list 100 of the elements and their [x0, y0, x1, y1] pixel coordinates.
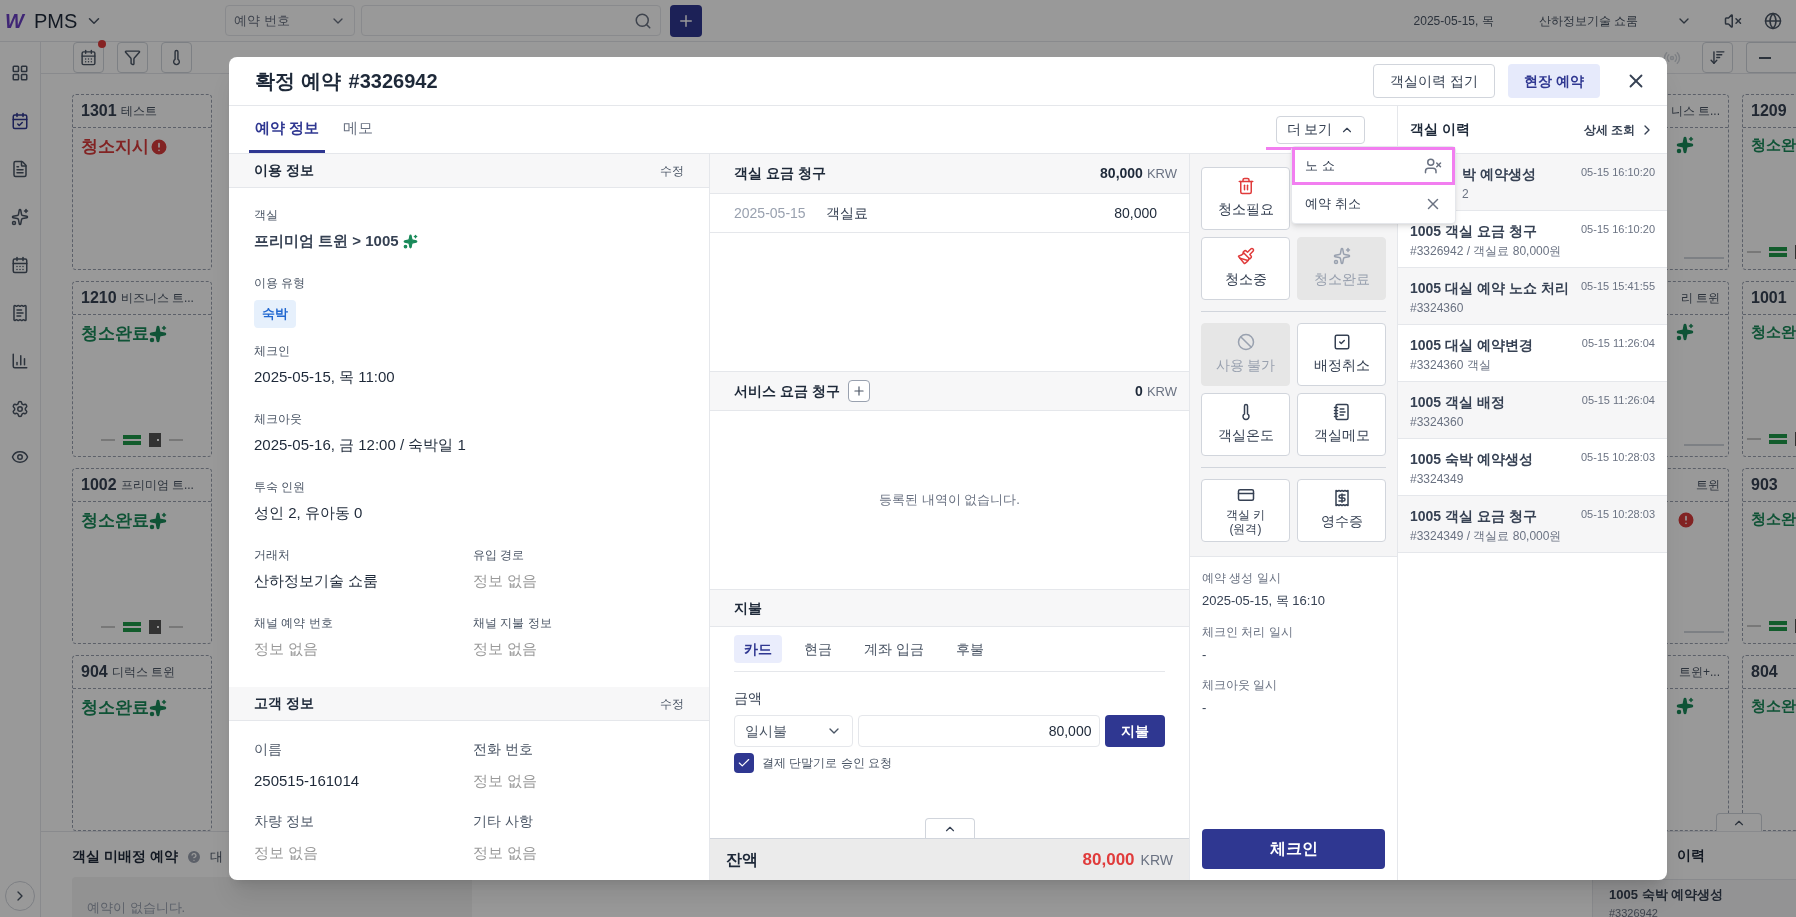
door-icon	[149, 433, 161, 447]
add-button[interactable]	[670, 4, 703, 37]
sort-button[interactable]	[1702, 42, 1733, 73]
menu-item[interactable]: 노 쇼	[1292, 147, 1455, 185]
add-button[interactable]	[847, 380, 870, 402]
room-card[interactable]: 1001 청소완	[1742, 281, 1796, 457]
room-status: 청소완	[1751, 509, 1796, 529]
action-button[interactable]: 객실온도	[1201, 393, 1290, 456]
balance-amount: 80,000	[1082, 848, 1135, 871]
amount-input[interactable]: 80,000	[858, 715, 1101, 747]
field-label: 채널 예약 번호	[254, 615, 334, 632]
app-logo: W	[5, 8, 24, 34]
sparkle-icon[interactable]	[11, 208, 29, 226]
history-title: 1005 객실 요금 청구	[1410, 507, 1538, 526]
room-card[interactable]: 1209 청소완	[1742, 94, 1796, 270]
history-item[interactable]: 1005 대실 예약 노쇼 처리 #3324360 05-15 15:41:55	[1398, 268, 1667, 325]
grid-icon[interactable]	[11, 64, 29, 82]
pay-button[interactable]: 지불	[1105, 715, 1165, 747]
action-button[interactable]: 청소중	[1201, 237, 1290, 300]
panel-tab[interactable]: 대	[209, 846, 223, 867]
field-value: 정보 없음	[473, 771, 539, 791]
tab[interactable]: 메모	[337, 106, 380, 153]
mute-icon[interactable]	[1724, 11, 1742, 30]
room-status: 청소완료	[81, 510, 149, 532]
charge-item: 객실료	[825, 203, 868, 223]
action-button[interactable]: 청소필요	[1201, 167, 1290, 230]
globe-icon[interactable]	[1764, 11, 1782, 30]
room-card[interactable]: 904 디럭스 트윈 청소완료	[72, 655, 212, 831]
history-detail: #3324360 객실	[1410, 357, 1492, 374]
edit-link[interactable]: 수정	[660, 161, 684, 180]
action-button[interactable]: 영수증	[1297, 479, 1386, 542]
history-item[interactable]: 1005 대실 예약변경 #3324360 객실 05-15 11:26:04	[1398, 325, 1667, 382]
settings-icon[interactable]	[11, 400, 29, 418]
action-button[interactable]: 배정취소	[1297, 323, 1386, 386]
filter-icon	[124, 49, 141, 66]
checkbox[interactable]	[734, 753, 754, 773]
eye-icon[interactable]	[11, 448, 29, 466]
edit-link[interactable]: 수정	[660, 694, 684, 713]
action-button[interactable]: 객실 키 (원격)	[1201, 479, 1290, 542]
history-item[interactable]: 1005 객실 요금 청구 #3326942 / 객실료 80,000원 05-15 16:10:20	[1398, 211, 1667, 268]
panel-title: 이력	[1677, 846, 1705, 865]
filter-button[interactable]	[117, 42, 148, 73]
calendar-check-icon[interactable]	[11, 112, 29, 130]
room-number: 904	[81, 662, 108, 682]
room-status: 청소완료	[81, 697, 149, 719]
field-label: 객실	[254, 207, 279, 224]
history-time: 05-15 10:28:03	[1581, 507, 1655, 522]
history-title: 1005 객실 배정	[1410, 393, 1505, 412]
payment-tab[interactable]: 후불	[945, 635, 994, 663]
payment-tab[interactable]: 계좌 입금	[854, 635, 934, 663]
temperature-button[interactable]	[161, 42, 192, 73]
payment-tab[interactable]: 현금	[794, 635, 842, 663]
plus-icon	[851, 384, 866, 398]
history-item[interactable]: 1005 객실 배정 #3324360 05-15 11:26:04	[1398, 382, 1667, 439]
history-title: 1005 대실 예약 노쇼 처리	[1410, 279, 1569, 298]
more-button[interactable]: 더 보기	[1275, 115, 1366, 144]
payment-tab[interactable]: 카드	[734, 635, 782, 663]
history-item[interactable]: 1005 숙박 예약생성 #3324349 05-15 10:28:03	[1398, 439, 1667, 496]
room-card[interactable]: 804 청소완	[1742, 655, 1796, 831]
trash-icon	[1236, 177, 1255, 195]
check-icon	[737, 756, 751, 770]
ban-icon	[1236, 333, 1255, 351]
currency: KRW	[1146, 382, 1177, 401]
document-icon[interactable]	[11, 160, 29, 178]
search-icon[interactable]	[634, 11, 653, 30]
detail-link[interactable]: 상세 조회	[1583, 120, 1655, 139]
header-button[interactable]: 객실이력 접기	[1373, 64, 1496, 98]
room-card[interactable]: 1002 프리미엄 트... 청소완료	[72, 468, 212, 644]
search-field[interactable]	[361, 5, 662, 36]
history-item[interactable]: 1005 객실 요금 청구 #3324349 / 객실료 80,000원 05-15 10:28:03	[1398, 496, 1667, 553]
history-time: 05-15 11:26:04	[1581, 336, 1655, 351]
history-detail: 2	[1462, 186, 1470, 203]
checkin-button[interactable]: 체크인	[1202, 829, 1385, 869]
search-type-dropdown[interactable]: 예약 번호	[225, 5, 356, 36]
receipt-icon[interactable]	[11, 304, 29, 322]
field-label: 이용 유형	[254, 275, 307, 292]
bar-chart-icon[interactable]	[11, 352, 29, 370]
room-status: 청소완	[1751, 135, 1796, 155]
room-status: 청소지시	[81, 136, 149, 158]
sparkle-icon	[1676, 697, 1694, 715]
charge-amount: 80,000	[1114, 203, 1157, 223]
action-button[interactable]: 객실메모	[1297, 393, 1386, 456]
header-button[interactable]: 현장 예약	[1508, 64, 1600, 98]
history-detail: #3326942	[1609, 905, 1659, 917]
calendar-button[interactable]	[73, 42, 104, 73]
room-name: 니스 트...	[1670, 103, 1720, 120]
field-label: 체크아웃	[254, 411, 303, 428]
installment-select[interactable]: 일시불	[734, 715, 854, 747]
empty-message: 등록된 내역이 없습니다.	[879, 491, 1020, 510]
alert-icon	[149, 136, 169, 157]
room-card[interactable]: 1301 테스트 청소지시	[72, 94, 212, 270]
sparkle-icon	[149, 324, 167, 343]
history-time: 05-15 16:10:20	[1581, 222, 1655, 237]
calendar-icon[interactable]	[11, 256, 29, 274]
room-number: 1002	[81, 475, 117, 495]
room-card[interactable]: 903 청소완	[1742, 468, 1796, 644]
room-name: 비즈니스 트...	[120, 290, 194, 307]
room-card[interactable]: 1210 비즈니스 트... 청소완료	[72, 281, 212, 457]
history-detail: #3324360	[1410, 300, 1465, 317]
room-number: 1209	[1751, 101, 1787, 121]
